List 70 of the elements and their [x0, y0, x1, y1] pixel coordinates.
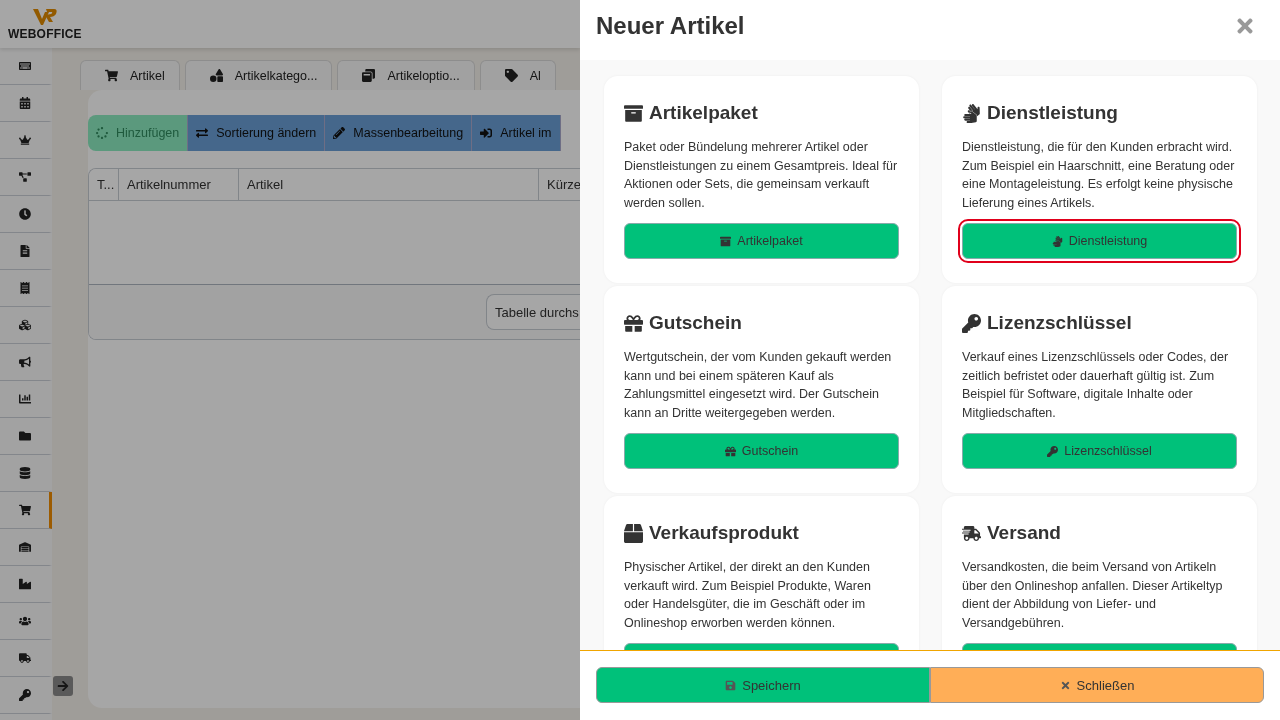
database-icon — [18, 467, 31, 479]
card-title: Verkaufsprodukt — [649, 522, 799, 544]
key-icon — [1047, 445, 1059, 457]
factory-icon — [18, 578, 31, 590]
cart-icon — [105, 69, 118, 82]
key-icon — [962, 313, 981, 333]
card-title: Versand — [987, 522, 1061, 544]
gift-icon — [624, 313, 643, 333]
gift-icon — [724, 445, 736, 457]
logo-mark-icon — [31, 7, 58, 26]
shapes-icon — [209, 69, 223, 82]
tab[interactable]: Al — [479, 60, 556, 90]
crown-icon — [18, 134, 31, 146]
archive-box-icon — [624, 103, 643, 123]
cubes-icon — [18, 319, 31, 331]
spinner-icon — [96, 127, 108, 139]
cart-icon — [18, 504, 31, 516]
toolbar-button[interactable]: Sortierung ändern — [188, 115, 326, 151]
chart-icon — [18, 393, 31, 405]
select-button[interactable]: Lizenzschlüssel — [962, 433, 1237, 469]
save-icon — [725, 679, 737, 691]
dialog-title: Neuer Artikel — [596, 12, 745, 40]
box-icon — [624, 523, 643, 543]
nodes-icon — [18, 171, 31, 183]
hand-icon — [962, 103, 981, 123]
close-button[interactable]: Schließen — [930, 667, 1264, 703]
search-field[interactable]: Tabelle durchs — [486, 294, 580, 330]
hand-icon — [1051, 235, 1063, 247]
truck-icon — [962, 523, 981, 543]
card-description: Dienstleistung, die für den Kunden erbracht wird. Zum Beispiel ein Haarschnitt, eine Beratung oder eine Montageleistung. Es erfolgt keine physische Lieferung eines Artikels. — [962, 139, 1236, 213]
expand-button[interactable] — [53, 676, 73, 696]
document-icon — [18, 245, 31, 257]
tab[interactable]: Artikelkatego... — [184, 60, 333, 90]
pencil-icon — [333, 127, 346, 139]
logo: WEBOFFICE — [8, 7, 82, 41]
card-title: Lizenzschlüssel — [987, 312, 1132, 334]
card-description: Physischer Artikel, der direkt an den Kunden verkauft wird. Zum Beispiel Produkte, Waren oder Handelsgüter, die im Geschäft oder im Onlineshop erworben werden können. — [624, 559, 872, 633]
archive-box-icon — [720, 235, 732, 247]
toolbar-button[interactable]: Artikel im — [472, 115, 561, 151]
truck-icon — [18, 652, 31, 664]
arrow-icon — [57, 680, 69, 692]
column-header[interactable]: T... — [89, 169, 119, 200]
save-button[interactable]: Speichern — [596, 667, 930, 703]
key-icon — [18, 689, 31, 701]
receipt-icon — [18, 282, 31, 294]
card-description: Versandkosten, die beim Versand von Artikeln über den Onlineshop anfallen. Dieser Artikeltyp dient der Abbildung von Liefer- und Versandgebühren. — [962, 559, 1224, 633]
people-icon — [18, 615, 31, 627]
card-title: Dienstleistung — [987, 102, 1118, 124]
calendar-icon — [18, 97, 31, 109]
column-header[interactable]: Artikelnummer — [119, 169, 239, 200]
tab[interactable]: Artikeloptio... — [337, 60, 475, 90]
keyboard-icon — [18, 60, 31, 72]
select-button[interactable]: Gutschein — [624, 433, 899, 469]
card-description: Wertgutschein, der vom Kunden gekauft werden kann und bei einem späteren Kauf als Zahlungsmittel eingesetzt wird. Der Gutschein kann an Dritte weitergegeben werden. — [624, 349, 893, 423]
close-icon — [1059, 679, 1071, 691]
column-header[interactable]: Artikel — [239, 169, 539, 200]
select-button[interactable]: Artikelpaket — [624, 223, 899, 259]
window-icon — [362, 69, 376, 82]
card-description: Verkauf eines Lizenzschlüssels oder Codes, der zeitlich befristet oder dauerhaft gültig ist. Zum Beispiel für Software, digitale Inhalte oder Mitgliedschaften. — [962, 349, 1230, 423]
tag-icon — [504, 69, 518, 82]
tab[interactable]: Artikel — [80, 60, 180, 90]
card-title: Artikelpaket — [649, 102, 758, 124]
clock-icon — [18, 208, 31, 220]
import-icon — [480, 127, 493, 139]
arrows-icon — [196, 127, 209, 139]
card-title: Gutschein — [649, 312, 742, 334]
card-description: Paket oder Bündelung mehrerer Artikel oder Dienstleistungen zu einem Gesamtpreis. Ideal für Aktionen oder Sets, die gemeinsam verkauft werden sollen. — [624, 139, 899, 213]
folder-icon — [18, 430, 31, 442]
toolbar-button[interactable]: Massenbearbeitung — [325, 115, 473, 151]
megaphone-icon — [18, 356, 31, 368]
